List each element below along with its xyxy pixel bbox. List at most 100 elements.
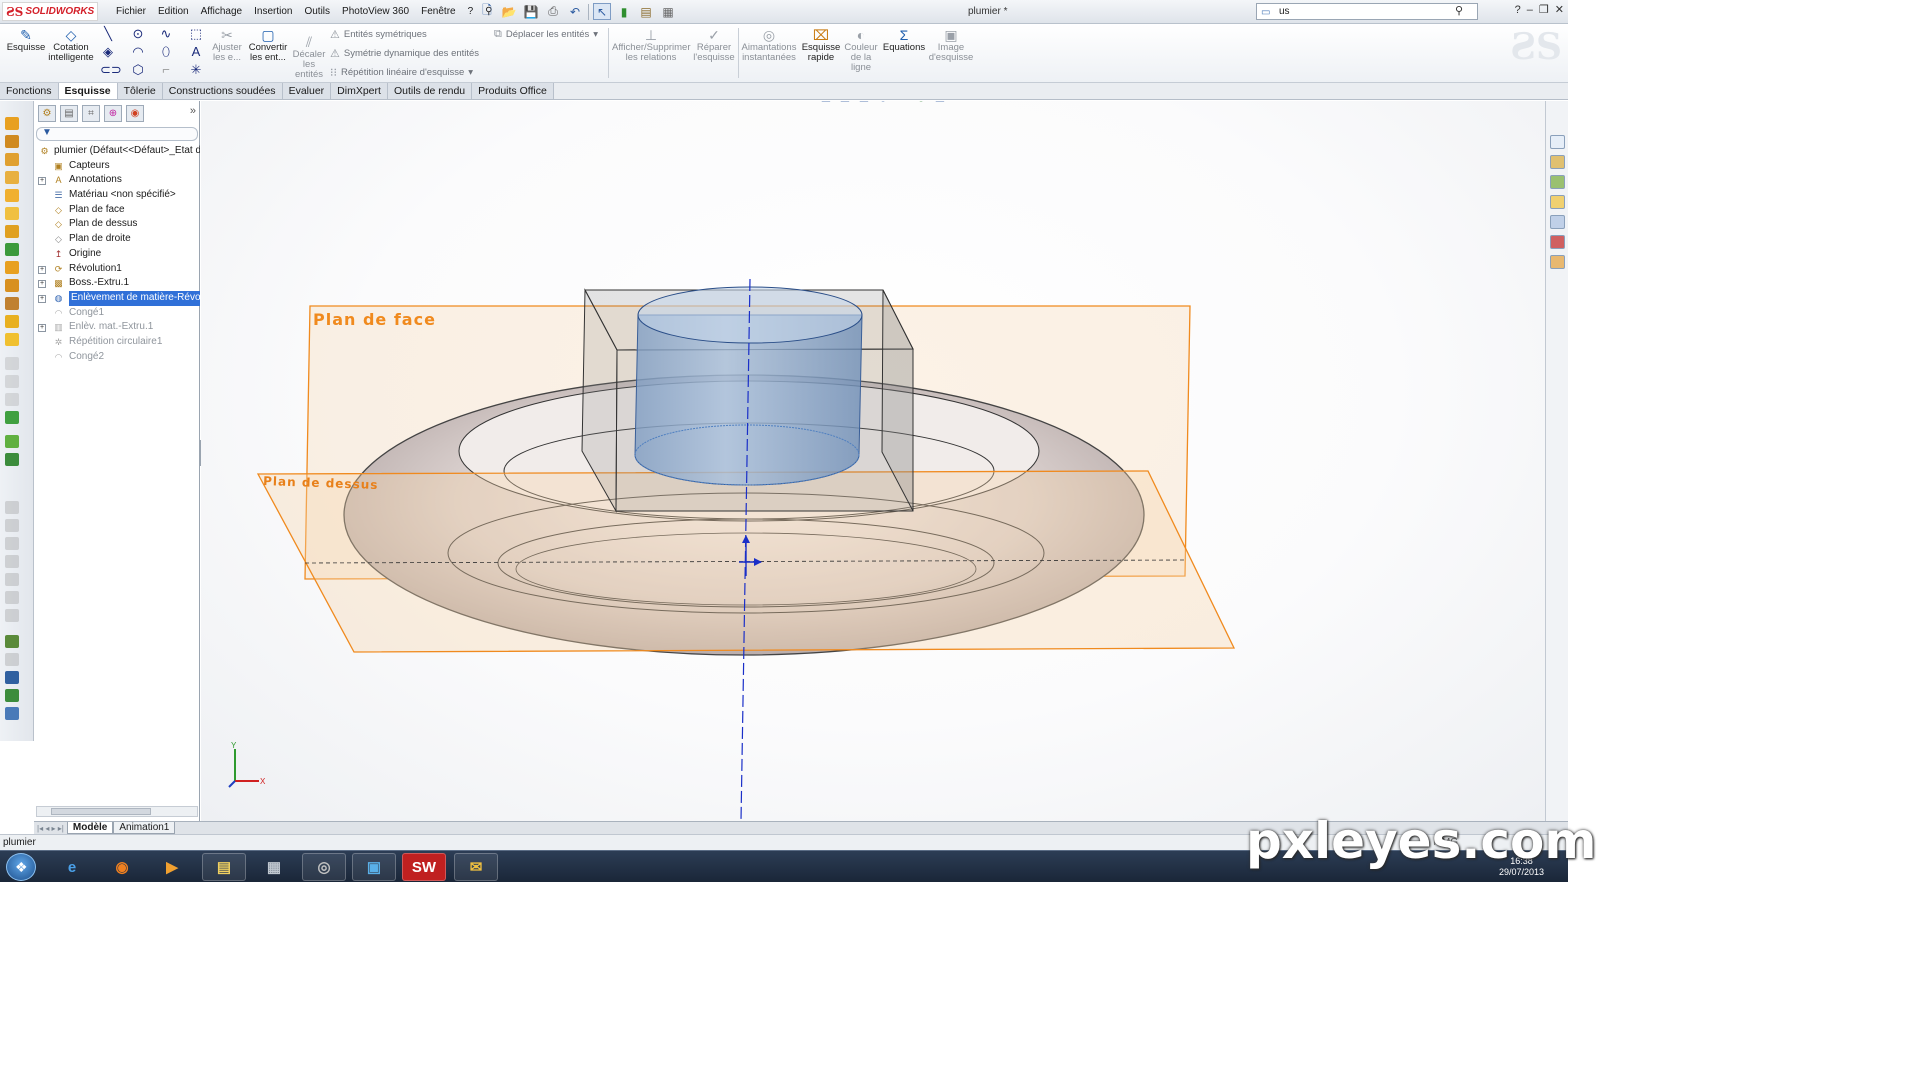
minimize-icon[interactable]: – [1527,4,1533,16]
slot-icon[interactable]: ⊂⊃ [100,62,122,78]
property-manager-tab-icon[interactable]: ▤ [60,105,78,122]
options-icon[interactable]: ▦ [659,3,677,20]
restore-icon[interactable]: ❐ [1539,3,1549,16]
table-icon[interactable] [5,671,19,684]
chevron-down-icon[interactable]: ▾ [593,29,598,40]
media-player-icon[interactable]: ▶ [150,853,194,881]
model-scene[interactable]: Plan de face Plan de dessus [201,101,1545,821]
rebuild-icon[interactable]: ▮ [615,3,633,20]
search-icon[interactable]: ⚲ [1455,4,1463,19]
repetition-lineaire-button[interactable]: ⁝⁝ Répétition linéaire d'esquisse ▾ [330,66,473,79]
pattern-icon[interactable] [5,297,19,310]
tree-root[interactable]: ⚙ plumier (Défaut<<Défaut>_Etat d [34,144,200,159]
tab-fonctions[interactable]: Fonctions [0,83,59,99]
loft-icon[interactable] [5,171,19,184]
afficher-relations-button[interactable]: ⊥ Afficher/Supprimer les relations [612,27,691,63]
ellipse-icon[interactable]: ⬯ [158,44,174,60]
text-icon[interactable]: A [188,44,204,60]
open-icon[interactable]: 📂 [500,3,518,20]
menu-edition[interactable]: Edition [152,4,195,20]
sketch-tool-icon[interactable] [5,635,19,648]
sheet-icon-2[interactable] [5,519,19,532]
equations-button[interactable]: Σ Equations [880,27,928,53]
appearances-icon[interactable] [1550,235,1565,249]
sweep-icon[interactable] [5,153,19,166]
shell-icon[interactable] [5,333,19,346]
menu-help[interactable]: ? [462,4,480,20]
tree-item-origine[interactable]: ↥ Origine [34,247,200,262]
configuration-tab-icon[interactable]: ⌗ [82,105,100,122]
file-explorer-icon[interactable] [1550,175,1565,189]
menu-photoview[interactable]: PhotoView 360 [336,4,415,20]
menu-affichage[interactable]: Affichage [195,4,249,20]
tab-nav-icons[interactable]: |◂ ◂ ▸ ▸| [34,824,67,833]
scrollbar-thumb[interactable] [51,808,151,815]
display-style-icon[interactable]: ◫ [856,101,872,105]
tab-modele[interactable]: Modèle [66,822,114,834]
tree-item-annotations[interactable]: + A Annotations [34,173,200,188]
tab-esquisse[interactable]: Esquisse [58,83,118,99]
new-document-icon[interactable]: 🗋 [478,3,496,20]
spline-icon[interactable]: ∿ [158,26,174,42]
sheet-icon-3[interactable] [5,537,19,550]
tab-produits-office[interactable]: Produits Office [472,83,554,99]
search-scope-icon[interactable]: ▭ [1261,5,1270,20]
line-icon[interactable]: ╲ [100,26,116,42]
chevron-down-icon[interactable]: ▾ [468,67,473,78]
esquisse-button[interactable]: ✎ Esquisse [6,27,46,53]
search-input[interactable]: ▭ us ⚲ [1256,3,1478,20]
tab-tolerie[interactable]: Tôlerie [117,83,163,99]
deplacer-button[interactable]: ⧉ Déplacer les entités ▾ [494,28,598,41]
menu-fenetre[interactable]: Fenêtre [415,4,461,20]
tree-item-plan-de-face[interactable]: ◇ Plan de face [34,203,200,218]
dome-icon[interactable] [5,375,19,388]
expand-icon[interactable]: + [38,324,46,333]
decaler-button[interactable]: ⫽ Décaler les entités [292,34,326,80]
tree-item-conge2[interactable]: ◠ Congé2 [34,350,200,365]
print-icon[interactable]: ⎙ [544,3,562,20]
tree-item-repetition-circulaire1[interactable]: ✲ Répétition circulaire1 [34,335,200,350]
solidworks-logo[interactable]: ƧS SOLIDWORKS [2,2,98,21]
symetrie-dynamique-button[interactable]: ⚠ Symétrie dynamique des entités [330,47,479,60]
fillet-sketch-icon[interactable]: ⌐ [158,62,174,78]
network-app-icon[interactable]: ▣ [352,853,396,881]
tree-item-materiau[interactable]: ☰ Matériau <non spécifié> [34,188,200,203]
extrude-boss-icon[interactable] [5,117,19,130]
tree-item-boss-extru1[interactable]: + ▩ Boss.-Extru.1 [34,276,200,291]
revolve-boss-icon[interactable] [5,135,19,148]
search-results-icon[interactable] [1550,195,1565,209]
save-icon[interactable]: 💾 [522,3,540,20]
expand-icon[interactable]: + [38,177,46,186]
rib-icon[interactable] [5,315,19,328]
sketch-tool-icon-2[interactable] [5,653,19,666]
sheet-icon-5[interactable] [5,573,19,586]
tree-item-conge1[interactable]: ◠ Congé1 [34,306,200,321]
rectangle-icon[interactable]: ◈ [100,44,116,60]
expand-icon[interactable]: + [38,265,46,274]
cut-sweep-icon[interactable] [5,225,19,238]
reference-geometry-icon[interactable] [5,411,19,424]
chamfer-icon[interactable] [5,279,19,292]
explorer-icon[interactable]: ▤ [202,853,246,881]
cotation-button[interactable]: ◇ Cotation intelligente [48,27,94,63]
tree-item-plan-de-droite[interactable]: ◇ Plan de droite [34,232,200,247]
menu-outils[interactable]: Outils [298,4,336,20]
fillet-icon[interactable] [5,261,19,274]
view-settings-icon[interactable]: ▤ [932,101,948,105]
expand-panel-icon[interactable]: » [190,105,196,125]
tree-item-revolution1[interactable]: + ⟳ Révolution1 [34,262,200,277]
tree-item-plan-de-dessus[interactable]: ◇ Plan de dessus [34,217,200,232]
polygon-icon[interactable]: ⬡ [130,62,146,78]
sheet-icon-7[interactable] [5,609,19,622]
view-icon[interactable] [5,707,19,720]
previous-view-icon[interactable]: ↶ [799,101,815,105]
horizontal-scrollbar[interactable] [36,806,198,817]
expand-icon[interactable]: + [38,294,46,303]
circle-icon[interactable]: ⊙ [130,26,146,42]
menu-insertion[interactable]: Insertion [248,4,298,20]
display-manager-tab-icon[interactable]: ◉ [126,105,144,122]
convertir-button[interactable]: ▢ Convertir les ent... [246,27,290,63]
curves-icon[interactable] [5,435,19,448]
hide-show-items-icon[interactable]: ◎ [875,101,891,105]
custom-properties-icon[interactable] [1550,255,1565,269]
